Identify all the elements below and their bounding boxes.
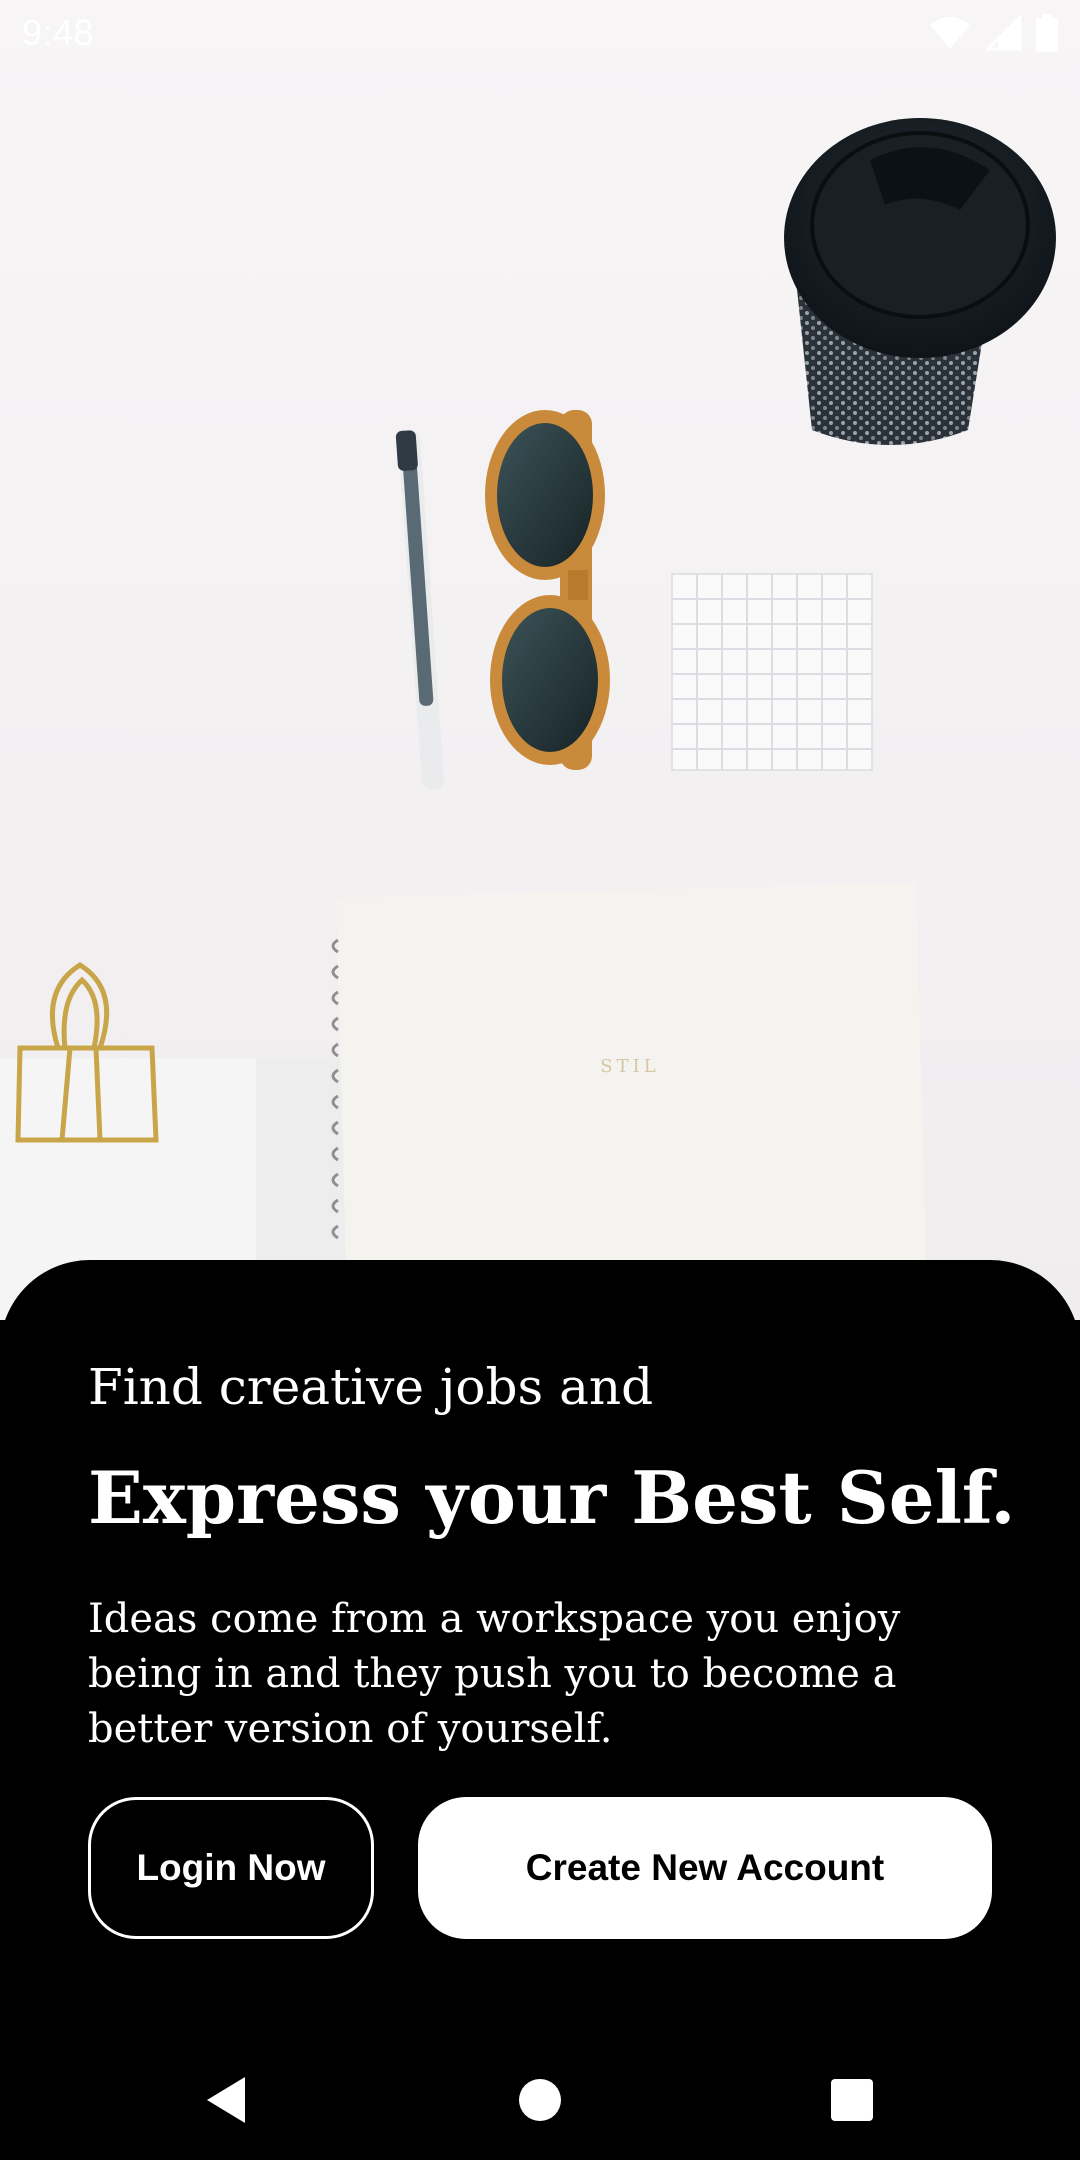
status-time: 9:48 bbox=[22, 12, 95, 53]
back-icon[interactable] bbox=[196, 2070, 256, 2130]
wifi-icon bbox=[930, 17, 970, 49]
login-button[interactable]: Login Now bbox=[88, 1797, 374, 1939]
description: Ideas come from a workspace you enjoy be… bbox=[88, 1596, 901, 1752]
spiral-notebook: STIL bbox=[331, 882, 928, 1320]
create-account-button[interactable]: Create New Account bbox=[418, 1797, 992, 1939]
home-icon[interactable] bbox=[510, 2070, 570, 2130]
notebook-brand: STIL bbox=[600, 1056, 659, 1077]
grid-notepad bbox=[671, 573, 873, 771]
desk-illustration: STIL bbox=[0, 118, 1056, 1320]
recents-icon[interactable] bbox=[822, 2070, 882, 2130]
status-bar: 9:48 bbox=[0, 0, 1080, 66]
battery-icon bbox=[1036, 14, 1058, 52]
cell-signal-icon bbox=[986, 15, 1022, 51]
pen bbox=[395, 430, 444, 790]
subtitle: Find creative jobs and bbox=[88, 1358, 654, 1416]
hero-image: STIL bbox=[0, 0, 1080, 1320]
status-icons bbox=[928, 14, 1058, 52]
coffee-cup bbox=[784, 118, 1056, 445]
sunglasses bbox=[485, 410, 610, 770]
headline: Express your Best Self. bbox=[88, 1455, 1016, 1540]
